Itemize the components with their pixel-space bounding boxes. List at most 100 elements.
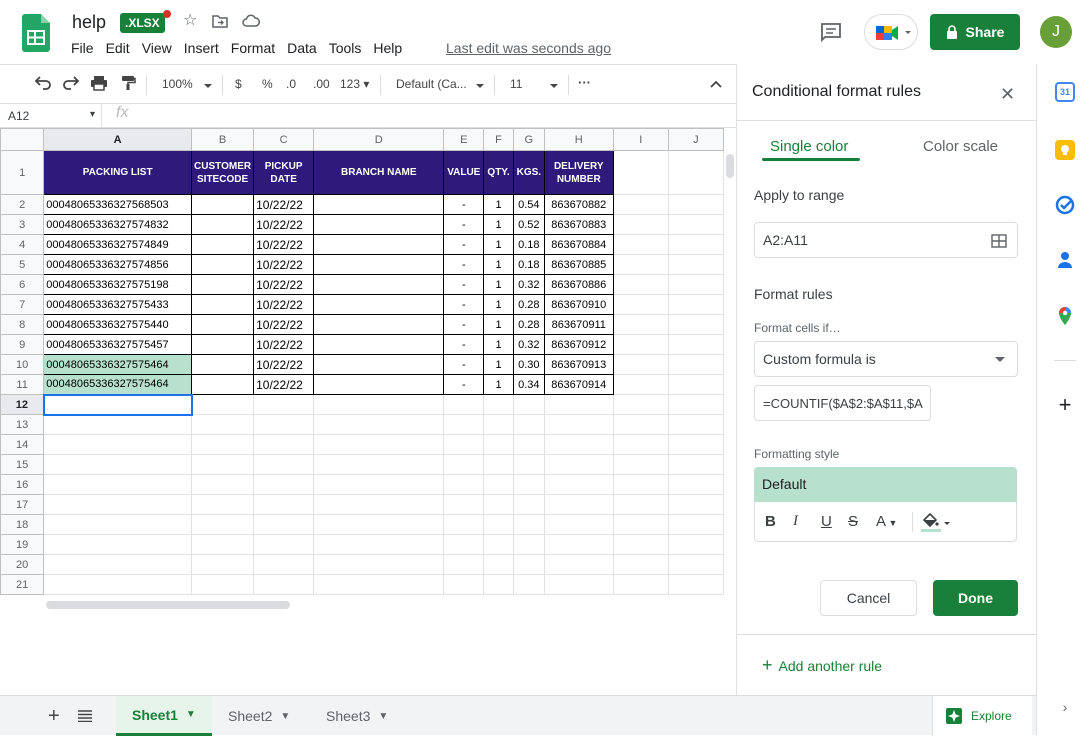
table-cell[interactable] — [667, 414, 724, 435]
table-cell[interactable] — [313, 334, 445, 355]
table-cell[interactable] — [253, 514, 315, 535]
table-cell[interactable] — [313, 434, 445, 455]
table-cell[interactable] — [313, 534, 445, 555]
table-cell[interactable] — [313, 394, 445, 415]
zoom-dropdown-icon[interactable] — [204, 78, 212, 92]
table-cell[interactable] — [313, 234, 445, 255]
table-cell[interactable] — [191, 534, 255, 555]
table-cell[interactable] — [43, 534, 193, 555]
table-cell[interactable] — [191, 514, 255, 535]
table-cell[interactable]: 863670914 — [543, 374, 614, 395]
menu-file[interactable]: File — [71, 40, 100, 56]
table-cell[interactable] — [612, 374, 669, 395]
table-cell[interactable] — [313, 414, 445, 435]
table-cell[interactable] — [191, 294, 255, 315]
table-cell[interactable]: 863670913 — [543, 354, 614, 375]
table-cell[interactable] — [313, 454, 445, 475]
spreadsheet-grid[interactable]: A B C D E F G H I J 1 PACKING LIST CUSTO… — [0, 128, 724, 598]
table-cell[interactable] — [43, 434, 193, 455]
table-cell[interactable] — [667, 554, 724, 575]
table-cell[interactable] — [612, 334, 669, 355]
calendar-icon[interactable]: 31 — [1055, 82, 1075, 102]
row-header[interactable]: 13 — [0, 414, 45, 435]
cancel-button[interactable]: Cancel — [820, 580, 917, 616]
row-header[interactable]: 1 — [0, 150, 45, 195]
done-button[interactable]: Done — [933, 580, 1018, 616]
table-cell[interactable] — [667, 354, 724, 375]
table-cell[interactable]: 0.18 — [512, 254, 545, 275]
table-cell[interactable] — [43, 454, 193, 475]
table-header-cell[interactable]: DELIVERY NUMBER — [543, 150, 614, 195]
table-cell[interactable]: 10/22/22 — [253, 294, 315, 315]
table-cell[interactable] — [443, 434, 485, 455]
table-cell[interactable] — [313, 314, 445, 335]
table-cell[interactable]: 863670882 — [543, 194, 614, 215]
table-cell[interactable] — [483, 514, 514, 535]
table-cell[interactable] — [483, 474, 514, 495]
table-cell[interactable] — [483, 454, 514, 475]
table-cell[interactable] — [313, 374, 445, 395]
table-cell[interactable]: 1 — [483, 194, 514, 215]
table-cell[interactable] — [253, 554, 315, 575]
table-cell[interactable] — [612, 534, 669, 555]
table-cell[interactable] — [512, 494, 545, 515]
column-header[interactable]: H — [543, 128, 614, 151]
table-cell[interactable]: - — [443, 274, 485, 295]
table-cell[interactable] — [543, 434, 614, 455]
table-cell[interactable]: 1 — [483, 214, 514, 235]
row-header[interactable]: 17 — [0, 494, 45, 515]
currency-format-button[interactable]: $ — [235, 77, 242, 91]
row-header[interactable]: 5 — [0, 254, 45, 275]
paint-format-icon[interactable] — [120, 75, 136, 94]
table-cell[interactable] — [612, 454, 669, 475]
row-header[interactable]: 15 — [0, 454, 45, 475]
table-cell[interactable] — [667, 574, 724, 595]
table-cell[interactable] — [443, 514, 485, 535]
table-cell[interactable]: 00048065336327574849 — [43, 234, 193, 255]
redo-icon[interactable] — [62, 75, 80, 94]
tasks-icon[interactable] — [1055, 195, 1075, 215]
italic-icon[interactable]: I — [793, 513, 798, 530]
table-cell[interactable]: 0.28 — [512, 294, 545, 315]
table-cell[interactable]: 1 — [483, 334, 514, 355]
table-cell[interactable] — [313, 494, 445, 515]
table-cell[interactable]: - — [443, 214, 485, 235]
table-cell[interactable] — [43, 414, 193, 435]
row-header[interactable]: 20 — [0, 554, 45, 575]
table-cell[interactable] — [612, 554, 669, 575]
table-cell[interactable] — [612, 354, 669, 375]
table-cell[interactable] — [667, 214, 724, 235]
table-cell[interactable] — [313, 354, 445, 375]
table-cell[interactable]: 10/22/22 — [253, 214, 315, 235]
decrease-decimal-button[interactable]: .0 — [286, 77, 296, 91]
table-cell[interactable] — [313, 574, 445, 595]
table-header-cell[interactable]: QTY. — [483, 150, 514, 195]
menu-format[interactable]: Format — [231, 40, 281, 56]
explore-button[interactable]: Explore — [932, 696, 1032, 736]
table-header-cell[interactable]: VALUE — [443, 150, 485, 195]
table-cell[interactable]: 00048065336327574832 — [43, 214, 193, 235]
get-addons-icon[interactable]: + — [1055, 394, 1075, 416]
font-size-dropdown-icon[interactable] — [550, 78, 558, 92]
row-header[interactable]: 4 — [0, 234, 45, 255]
table-cell[interactable]: 1 — [483, 254, 514, 275]
table-cell[interactable] — [612, 294, 669, 315]
table-cell[interactable] — [443, 534, 485, 555]
column-header[interactable]: G — [512, 128, 545, 151]
table-cell[interactable] — [443, 574, 485, 595]
table-cell[interactable] — [667, 254, 724, 275]
table-cell[interactable]: 0.30 — [512, 354, 545, 375]
table-cell[interactable]: 00048065336327575464 — [43, 354, 193, 375]
row-header[interactable]: 11 — [0, 374, 45, 395]
column-header[interactable]: J — [667, 128, 724, 151]
table-cell[interactable] — [443, 554, 485, 575]
name-box[interactable]: A12 ▾ — [0, 104, 102, 128]
table-cell[interactable] — [483, 534, 514, 555]
table-cell[interactable] — [253, 534, 315, 555]
row-header[interactable]: 9 — [0, 334, 45, 355]
menu-view[interactable]: View — [142, 40, 178, 56]
table-cell[interactable]: 10/22/22 — [253, 374, 315, 395]
move-folder-icon[interactable] — [212, 14, 228, 33]
fill-color-icon[interactable] — [921, 511, 951, 537]
table-cell[interactable] — [483, 434, 514, 455]
